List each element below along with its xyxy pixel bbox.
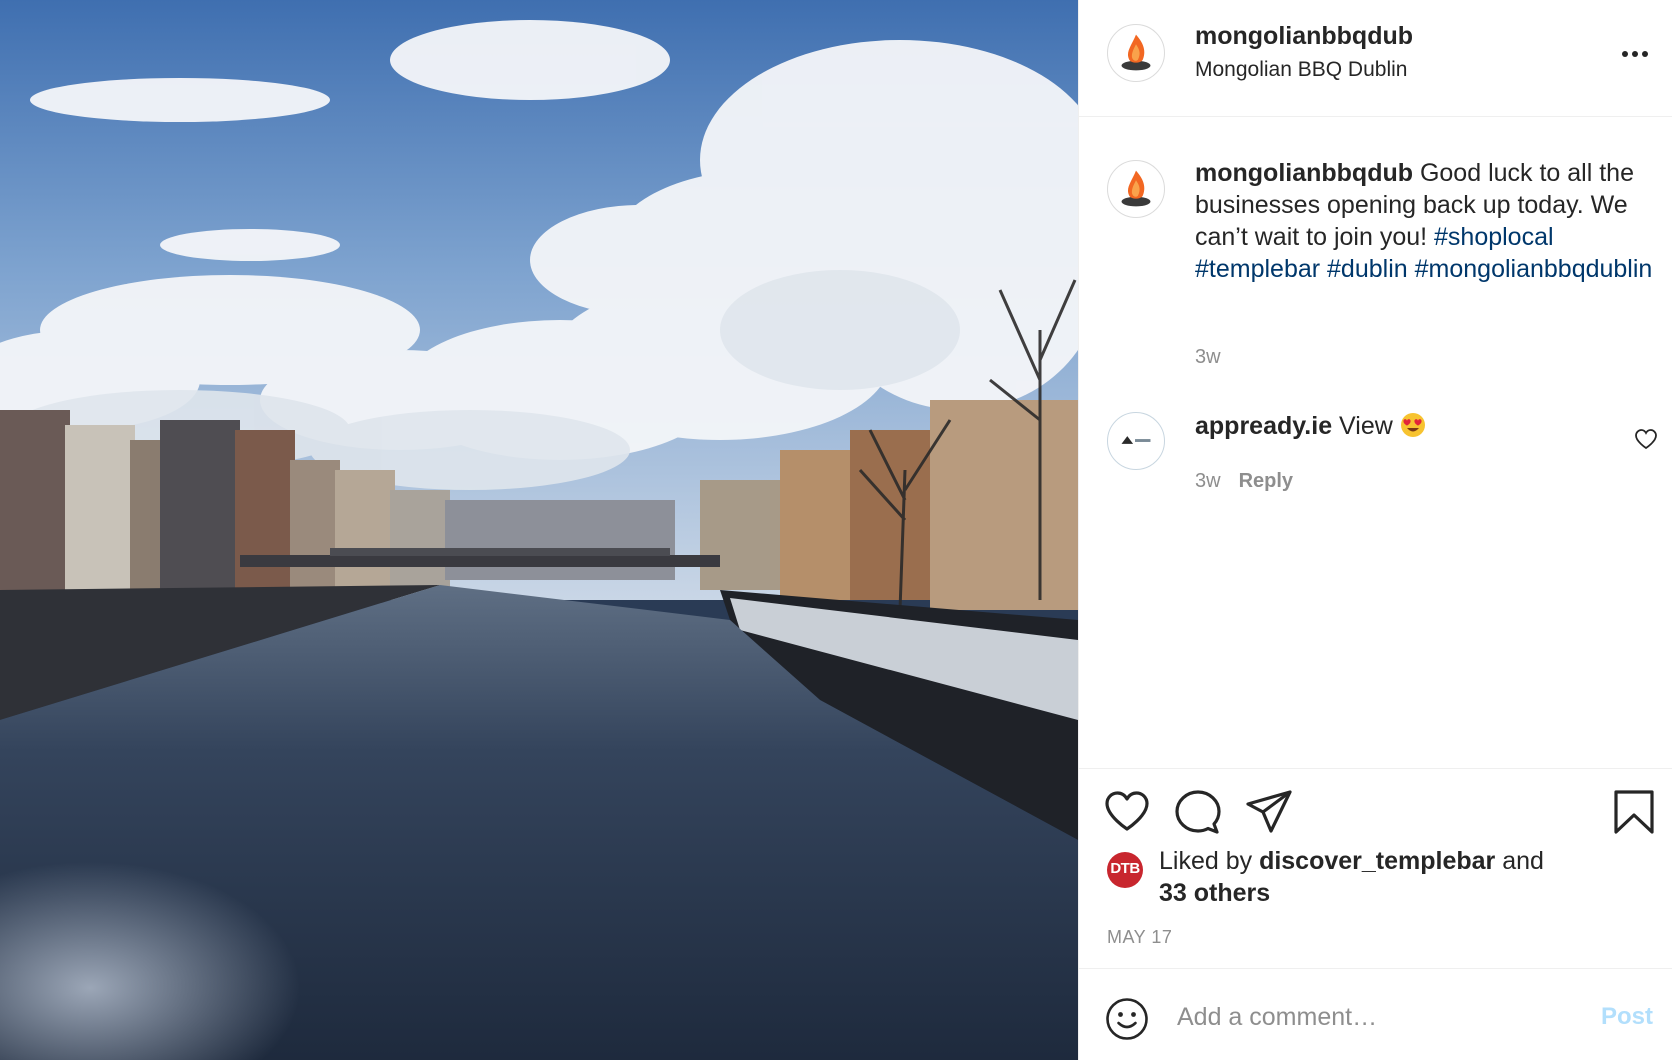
liker-avatar-text: DTB bbox=[1110, 860, 1140, 877]
likes-others-link[interactable]: 33 others bbox=[1159, 879, 1270, 907]
post-photo[interactable] bbox=[0, 0, 1078, 1060]
likes-summary: Liked by discover_templebar and 33 others bbox=[1159, 845, 1639, 909]
heart-eyes-emoji-icon bbox=[1400, 413, 1425, 437]
share-button[interactable] bbox=[1245, 788, 1293, 836]
appready-logo-icon bbox=[1121, 436, 1151, 444]
hashtag-dublin[interactable]: #dublin bbox=[1327, 255, 1408, 283]
account-avatar[interactable] bbox=[1107, 24, 1165, 82]
account-username[interactable]: mongolianbbqdub bbox=[1195, 22, 1413, 51]
heart-icon bbox=[1105, 791, 1149, 831]
like-button[interactable] bbox=[1103, 788, 1151, 836]
post-side-panel: mongolianbbqdub Mongolian BBQ Dublin mon… bbox=[1078, 0, 1672, 1060]
likes-prefix: Liked by bbox=[1159, 847, 1260, 875]
comment-username[interactable]: appready.ie bbox=[1195, 412, 1332, 440]
post-comment-button[interactable]: Post bbox=[1601, 1003, 1653, 1031]
liker-avatar[interactable]: DTB bbox=[1107, 852, 1143, 888]
reply-button[interactable]: Reply bbox=[1239, 470, 1293, 492]
liker-username[interactable]: discover_templebar bbox=[1259, 847, 1495, 875]
comment-like-heart-icon[interactable] bbox=[1634, 428, 1658, 450]
divider bbox=[1079, 768, 1672, 769]
flame-logo-icon bbox=[1121, 34, 1151, 71]
caption-username[interactable]: mongolianbbqdub bbox=[1195, 159, 1413, 187]
flame-logo-icon bbox=[1121, 170, 1151, 207]
hashtag-shoplocal[interactable]: #shoplocal bbox=[1434, 223, 1554, 251]
likes-middle: and bbox=[1495, 847, 1544, 875]
smiley-icon[interactable] bbox=[1105, 997, 1149, 1041]
hashtag-templebar[interactable]: #templebar bbox=[1195, 255, 1320, 283]
share-icon bbox=[1246, 790, 1292, 833]
post-location[interactable]: Mongolian BBQ Dublin bbox=[1195, 58, 1407, 82]
comment-meta: 3w Reply bbox=[1195, 470, 1293, 493]
more-options-icon[interactable] bbox=[1617, 40, 1653, 68]
comment-text: View bbox=[1332, 412, 1393, 440]
post-date[interactable]: MAY 17 bbox=[1107, 927, 1172, 948]
add-comment-bar: Post bbox=[1079, 968, 1672, 1060]
comment-timestamp[interactable]: 3w bbox=[1195, 470, 1221, 492]
comment-icon bbox=[1175, 790, 1221, 834]
save-button[interactable] bbox=[1610, 788, 1658, 836]
post-caption: mongolianbbqdub Good luck to all the bus… bbox=[1195, 157, 1655, 285]
hashtag-mongolianbbqdublin[interactable]: #mongolianbbqdublin bbox=[1415, 255, 1653, 283]
comment-item: appready.ie View bbox=[1195, 410, 1426, 442]
caption-timestamp[interactable]: 3w bbox=[1195, 346, 1221, 369]
comment-button[interactable] bbox=[1173, 788, 1221, 836]
commenter-avatar[interactable] bbox=[1107, 412, 1165, 470]
river-liffey-photo bbox=[0, 0, 1078, 1060]
caption-avatar[interactable] bbox=[1107, 160, 1165, 218]
post-header: mongolianbbqdub Mongolian BBQ Dublin bbox=[1079, 0, 1672, 117]
instagram-post: mongolianbbqdub Mongolian BBQ Dublin mon… bbox=[0, 0, 1672, 1060]
comment-input[interactable] bbox=[1177, 993, 1577, 1041]
bookmark-icon bbox=[1614, 790, 1654, 834]
